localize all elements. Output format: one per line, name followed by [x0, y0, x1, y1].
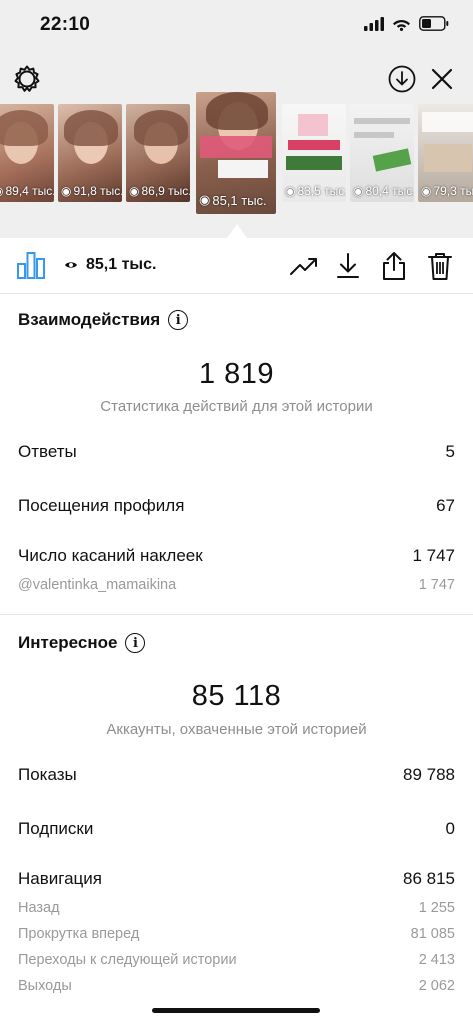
settings-button[interactable] — [10, 62, 44, 96]
info-icon[interactable]: i — [168, 310, 189, 330]
eye-icon: ◉ — [129, 184, 140, 198]
home-indicator[interactable] — [152, 1008, 320, 1013]
story-thumbnail[interactable]: ◉ 91,8 тыс. — [58, 104, 122, 202]
interactions-total: 1 819 — [198, 358, 275, 390]
share-icon — [383, 252, 405, 280]
download-icon — [337, 253, 359, 278]
status-icons — [364, 16, 449, 31]
eye-icon: ◉ — [353, 184, 364, 198]
info-icon[interactable]: i — [125, 633, 146, 653]
stats-toolbar: 85,1 тыс. — [0, 238, 473, 294]
interactions-title-text: Взаимодействия — [18, 310, 161, 329]
status-time: 22:10 — [40, 14, 91, 35]
stat-value: 1 255 — [418, 900, 455, 916]
stat-label: @valentinka_mamaikina — [18, 577, 177, 593]
stat-label: Посещения профиля — [18, 496, 185, 515]
stat-label: Переходы к следующей истории — [18, 952, 237, 968]
stat-row-follows: Подписки 0 — [18, 819, 455, 839]
discovery-title-text: Интересное — [18, 633, 118, 652]
battery-icon — [419, 16, 449, 31]
stat-label: Подписки — [18, 819, 94, 838]
stat-label: Число касаний наклеек — [18, 546, 203, 565]
stat-value: 2 062 — [418, 978, 455, 994]
stat-label: Ответы — [18, 442, 77, 461]
section-divider — [0, 614, 473, 615]
stat-value: 86 815 — [403, 869, 455, 888]
close-icon — [431, 68, 453, 90]
stat-row-sticker-taps: Число касаний наклеек 1 747 — [18, 546, 455, 566]
stat-value: 2 413 — [418, 952, 455, 968]
story-thumbnails[interactable]: ◉89,4 тыс. ◉91,8 тыс. ◉86,9 тыс. ◉85,1 т… — [0, 92, 473, 218]
insights-bars-icon — [17, 252, 45, 279]
story-thumbnail[interactable]: ◉ 80,4 тыс. — [350, 104, 414, 202]
stat-value: 5 — [445, 442, 455, 461]
stat-subrow-exits: Выходы 2 062 — [18, 978, 455, 994]
stat-label: Назад — [18, 900, 60, 916]
settings-icon — [14, 65, 40, 92]
discovery-subtitle: Аккаунты, охваченные этой историей — [106, 721, 367, 738]
insights-tab[interactable] — [16, 250, 46, 285]
discovery-total: 85 118 — [191, 680, 282, 712]
eye-icon: ◉ — [0, 184, 3, 198]
download-circle-icon — [388, 65, 416, 93]
views-count: 85,1 тыс. — [64, 256, 156, 274]
stat-label: Навигация — [18, 869, 102, 888]
eye-icon: ◉ — [61, 184, 72, 198]
signal-icon — [364, 16, 384, 31]
story-thumbnail-selected[interactable]: ◉ 85,1 тыс. — [196, 92, 276, 214]
eye-icon: ◉ — [285, 184, 296, 198]
selected-story-pointer — [227, 224, 247, 238]
download-story-button[interactable] — [385, 62, 419, 96]
stat-label: Прокрутка вперед — [18, 926, 140, 942]
eye-icon — [65, 262, 77, 268]
story-thumbnail[interactable]: ◉ 83,5 тыс. — [282, 104, 346, 202]
wifi-icon — [393, 19, 410, 31]
stat-row-profile-visits: Посещения профиля 67 — [18, 496, 455, 516]
stat-value: 1 747 — [412, 546, 455, 565]
interactions-title: Взаимодействия i — [18, 310, 189, 330]
stat-value: 67 — [436, 496, 455, 515]
stat-value: 81 085 — [410, 926, 455, 942]
thumbnail-views: ◉ 85,1 тыс. — [199, 192, 267, 208]
thumbnail-views: ◉ 91,8 тыс. — [61, 184, 122, 198]
stat-value: 1 747 — [418, 577, 455, 593]
thumbnail-views: ◉89,4 тыс. — [0, 184, 54, 198]
download-button[interactable] — [330, 248, 366, 284]
stat-row-replies: Ответы 5 — [18, 442, 455, 462]
stat-subrow-mention-sticker[interactable]: @valentinka_mamaikina 1 747 — [18, 577, 455, 593]
views-count-value: 85,1 тыс. — [86, 256, 157, 273]
thumbnail-views: ◉ 86,9 тыс. — [129, 184, 190, 198]
story-thumbnail[interactable]: ◉ 86,9 тыс. — [126, 104, 190, 202]
stat-label: Показы — [18, 765, 77, 784]
eye-icon: ◉ — [421, 184, 432, 198]
thumbnail-views: ◉ 80,4 тыс. — [353, 184, 414, 198]
thumbnail-views: ◉79,3 тыс. — [421, 184, 473, 198]
stat-subrow-back: Назад 1 255 — [18, 900, 455, 916]
share-button[interactable] — [376, 248, 412, 284]
delete-button[interactable] — [422, 248, 458, 284]
thumbnail-views: ◉ 83,5 тыс. — [285, 184, 346, 198]
stat-value: 89 788 — [403, 765, 455, 784]
story-thumbnail[interactable]: ◉79,3 тыс. — [418, 104, 473, 202]
eye-icon: ◉ — [199, 192, 211, 207]
stat-subrow-forward: Прокрутка вперед 81 085 — [18, 926, 455, 942]
status-bar: 22:10 — [0, 0, 473, 52]
promote-button[interactable] — [286, 248, 322, 284]
stat-subrow-next-story: Переходы к следующей истории 2 413 — [18, 952, 455, 968]
trash-icon — [428, 253, 452, 280]
stat-label: Выходы — [18, 978, 72, 994]
stat-row-impressions: Показы 89 788 — [18, 765, 455, 785]
close-button[interactable] — [425, 62, 459, 96]
stat-row-navigation: Навигация 86 815 — [18, 869, 455, 889]
stat-value: 0 — [445, 819, 455, 838]
interactions-subtitle: Статистика действий для этой истории — [100, 398, 373, 415]
discovery-title: Интересное i — [18, 633, 146, 653]
story-thumbnail[interactable]: ◉89,4 тыс. — [0, 104, 54, 202]
trending-icon — [290, 258, 317, 275]
